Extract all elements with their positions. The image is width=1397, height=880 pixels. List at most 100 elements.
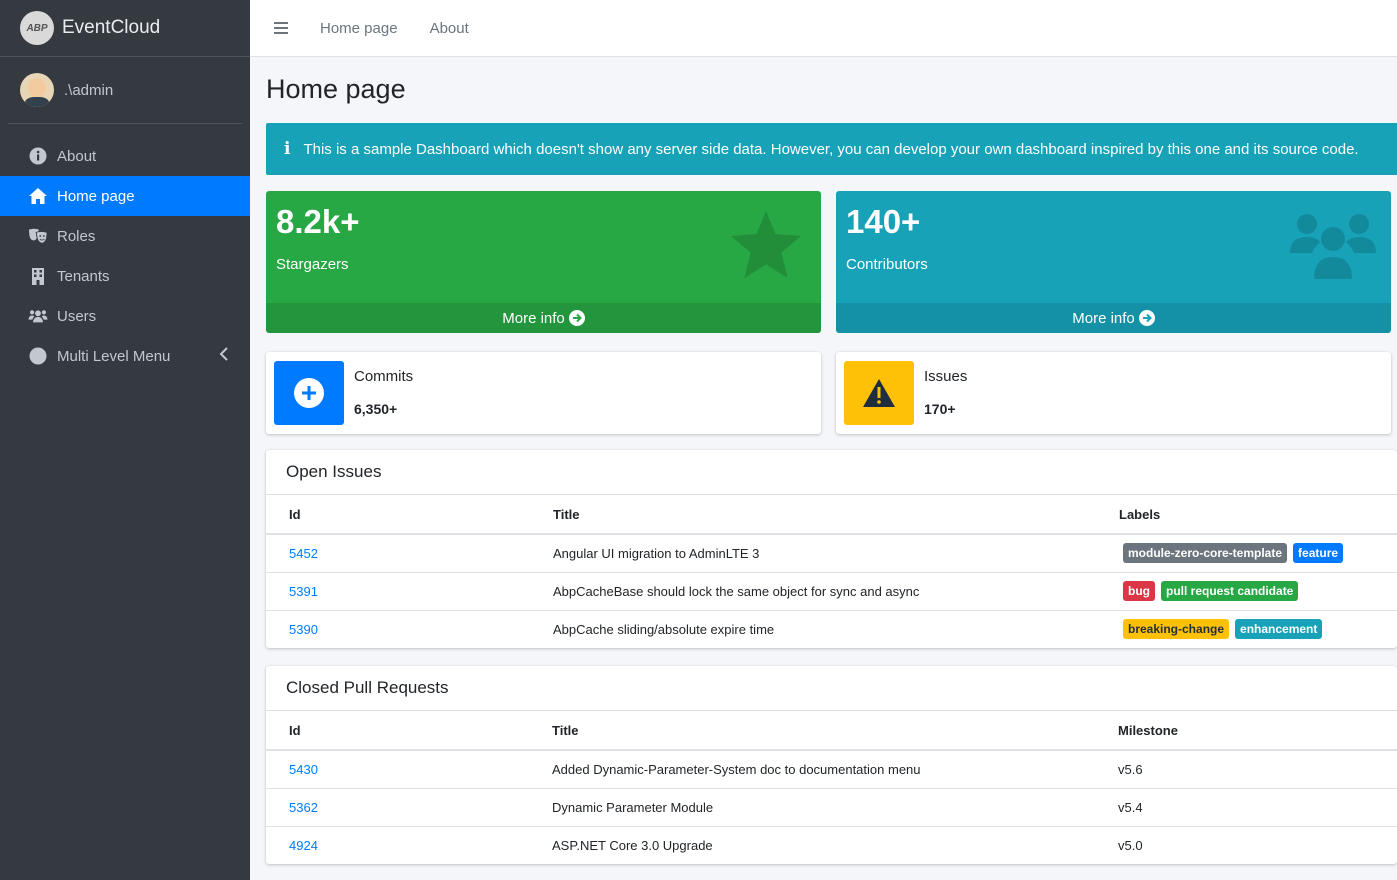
info-box-label: Issues <box>924 368 968 385</box>
arrow-circle-right-icon <box>1138 310 1155 326</box>
pr-title: ASP.NET Core 3.0 Upgrade <box>529 825 1095 864</box>
brand-name: EventCloud <box>62 17 161 38</box>
chevron-left-icon[interactable] <box>214 346 234 366</box>
sidebar: ABP EventCloud .\admin About Home page R… <box>0 0 250 880</box>
table-row: 5430 Added Dynamic-Parameter-System doc … <box>266 750 1397 788</box>
sidebar-item-home[interactable]: Home page <box>0 176 250 216</box>
info-callout: i This is a sample Dashboard which doesn… <box>266 123 1397 175</box>
column-header: Labels <box>1096 495 1397 535</box>
label-badge: module-zero-core-template <box>1123 543 1288 564</box>
issue-link[interactable]: 5391 <box>289 584 318 599</box>
info-box-label: Commits <box>354 368 414 385</box>
stat-label: Contributors <box>846 256 928 273</box>
user-name: .\admin <box>64 81 114 99</box>
sidebar-item-multi-level-menu[interactable]: Multi Level Menu <box>0 336 250 376</box>
open-issues-table: Id Title Labels 5452 Angular UI migratio… <box>266 495 1397 648</box>
issue-link[interactable]: 5390 <box>289 622 318 637</box>
column-header: Id <box>266 711 529 751</box>
sidebar-item-label: Multi Level Menu <box>57 347 171 365</box>
contributors-box: 140+ Contributors More info <box>836 191 1391 333</box>
sidebar-item-users[interactable]: Users <box>0 296 250 336</box>
label-badge: pull request candidate <box>1161 581 1299 601</box>
pr-link[interactable]: 5430 <box>289 762 318 777</box>
sidebar-item-tenants[interactable]: Tenants <box>0 256 250 296</box>
star-icon <box>728 209 804 284</box>
home-icon <box>28 186 48 206</box>
stats-row: 8.2k+ Stargazers More info 140+ Contribu… <box>266 191 1391 333</box>
open-issues-card: Open Issues Id Title Labels 5452 Angular… <box>266 450 1397 648</box>
commits-box: Commits 6,350+ <box>266 352 821 434</box>
warning-icon <box>844 361 914 425</box>
sidebar-item-label: Users <box>57 307 97 325</box>
issue-title: AbpCache sliding/absolute expire time <box>530 609 1096 648</box>
pr-milestone: v5.0 <box>1095 825 1397 864</box>
table-row: 5390 AbpCache sliding/absolute expire ti… <box>266 609 1397 648</box>
issue-title: AbpCacheBase should lock the same object… <box>530 571 1096 610</box>
pr-link[interactable]: 5362 <box>289 800 318 815</box>
stat-value: 8.2k+ <box>276 203 360 240</box>
pr-title: Added Dynamic-Parameter-System doc to do… <box>552 761 921 777</box>
arrow-circle-right-icon <box>568 310 585 326</box>
column-header: Id <box>266 495 530 535</box>
label-badge: breaking-change <box>1123 619 1230 640</box>
users-icon <box>1288 209 1378 284</box>
brand-logo: ABP <box>20 11 54 45</box>
column-header: Title <box>530 495 1096 535</box>
pr-milestone: v5.6 <box>1118 761 1143 777</box>
users-icon <box>28 306 48 326</box>
closed-prs-card: Closed Pull Requests Id Title Milestone … <box>266 666 1397 864</box>
info-box-value: 6,350+ <box>354 401 398 417</box>
info-row: Commits 6,350+ Issues 170+ <box>266 352 1391 434</box>
sidebar-item-roles[interactable]: Roles <box>0 216 250 256</box>
issue-link[interactable]: 5452 <box>289 546 318 561</box>
label-badge: feature <box>1293 543 1344 564</box>
stat-label: Stargazers <box>276 256 349 273</box>
page-title: Home page <box>266 74 406 104</box>
user-panel[interactable]: .\admin <box>8 57 242 124</box>
sidebar-item-about[interactable]: About <box>0 136 250 176</box>
table-row: 5391 AbpCacheBase should lock the same o… <box>266 571 1397 610</box>
top-navbar: Home page About <box>250 0 1397 57</box>
table-header-row: Id Title Labels <box>266 495 1397 535</box>
card-title: Closed Pull Requests <box>266 666 1397 711</box>
main-content: Home page i This is a sample Dashboard w… <box>266 57 1397 864</box>
table-row: 5362 Dynamic Parameter Module v5.4 <box>266 787 1397 826</box>
issues-box: Issues 170+ <box>836 352 1391 434</box>
theater-masks-icon <box>28 226 48 246</box>
sidebar-item-label: Home page <box>57 187 135 205</box>
sidebar-nav: About Home page Roles Tenants Users Mult… <box>0 136 250 376</box>
column-header: Milestone <box>1095 711 1397 751</box>
callout-text: This is a sample Dashboard which doesn't… <box>303 140 1359 158</box>
info-box-value: 170+ <box>924 401 956 417</box>
brand-link[interactable]: ABP EventCloud <box>0 0 250 57</box>
stat-value: 140+ <box>846 203 921 240</box>
circle-icon <box>28 346 48 366</box>
sidebar-item-label: About <box>57 147 97 165</box>
menu-toggle-icon[interactable] <box>274 19 288 37</box>
more-info-link[interactable]: More info <box>836 303 1391 333</box>
top-link-about[interactable]: About <box>430 20 469 37</box>
more-info-label: More info <box>1072 309 1135 327</box>
table-header-row: Id Title Milestone <box>266 711 1397 751</box>
table-row: 5452 Angular UI migration to AdminLTE 3 … <box>266 534 1397 572</box>
closed-prs-table: Id Title Milestone 5430 Added Dynamic-Pa… <box>266 711 1397 864</box>
column-header: Title <box>529 711 1095 751</box>
label-badge: bug <box>1123 581 1155 601</box>
building-icon <box>28 266 48 286</box>
pr-title: Dynamic Parameter Module <box>529 787 1095 826</box>
more-info-link[interactable]: More info <box>266 303 821 333</box>
more-info-label: More info <box>502 309 565 327</box>
info-icon: i <box>284 139 291 159</box>
avatar <box>20 73 54 107</box>
top-link-home[interactable]: Home page <box>320 20 398 37</box>
pr-milestone: v5.4 <box>1095 787 1397 826</box>
pr-link[interactable]: 4924 <box>289 838 318 853</box>
sidebar-item-label: Tenants <box>57 267 110 285</box>
info-circle-icon <box>28 146 48 166</box>
label-badge: enhancement <box>1235 619 1323 640</box>
table-row: 4924 ASP.NET Core 3.0 Upgrade v5.0 <box>266 825 1397 864</box>
plus-circle-icon <box>274 361 344 425</box>
card-title: Open Issues <box>266 450 1397 495</box>
issue-title: Angular UI migration to AdminLTE 3 <box>553 545 760 561</box>
sidebar-item-label: Roles <box>57 227 96 245</box>
